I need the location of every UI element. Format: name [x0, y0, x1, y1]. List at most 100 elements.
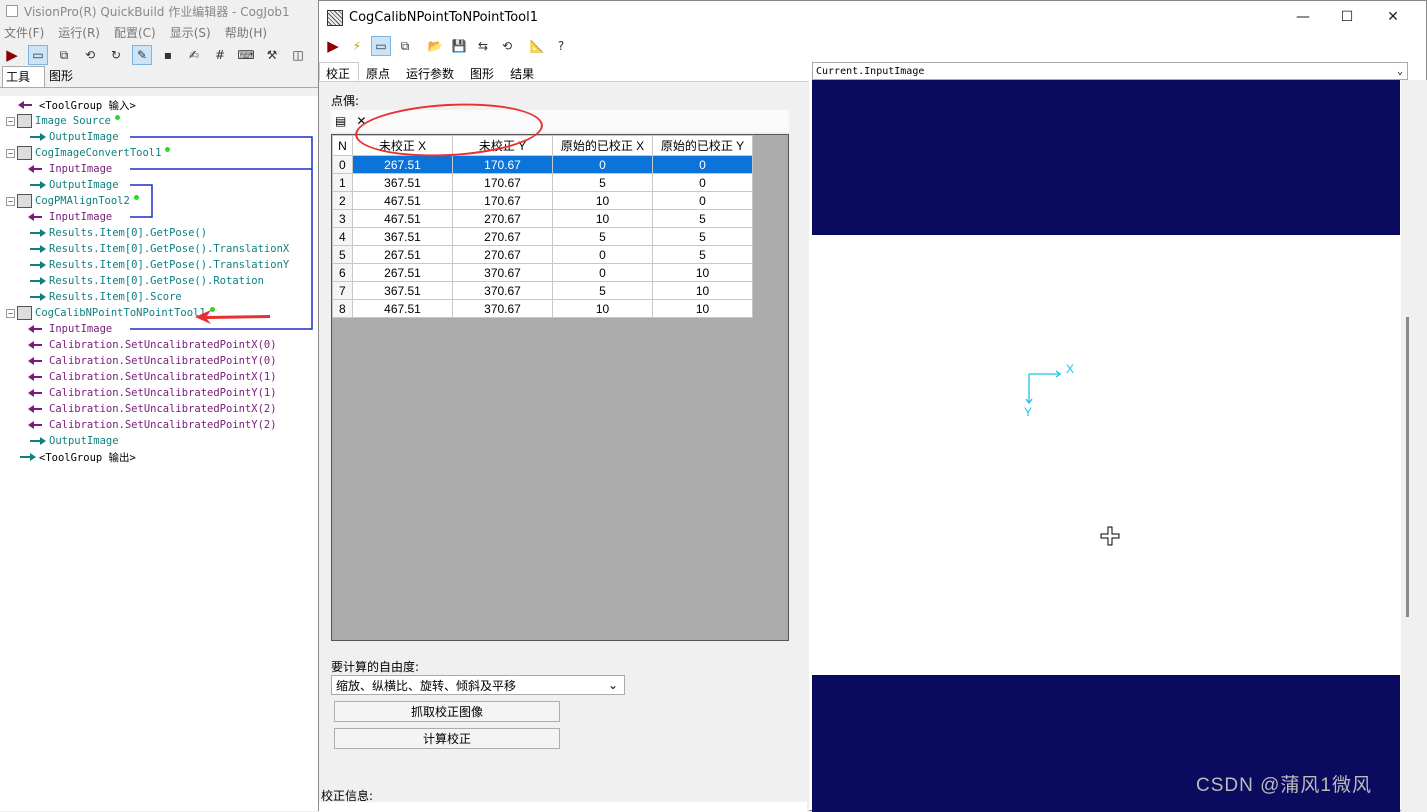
- table-cell[interactable]: 10: [652, 263, 753, 282]
- image-selector-dropdown[interactable]: Current.InputImage ⌄: [812, 62, 1408, 80]
- table-cell[interactable]: 467.51: [352, 299, 453, 318]
- table-cell[interactable]: 5: [652, 245, 753, 264]
- table-cell[interactable]: 10: [652, 299, 753, 318]
- tab-origin[interactable]: 原点: [359, 62, 399, 81]
- table-cell[interactable]: 370.67: [452, 299, 553, 318]
- table-row[interactable]: 7 367.51 370.67 5 10: [332, 281, 753, 300]
- tab-graphics[interactable]: 图形: [45, 65, 88, 87]
- table-cell[interactable]: 370.67: [452, 281, 553, 300]
- save-icon[interactable]: 💾: [449, 36, 469, 56]
- dof-dropdown[interactable]: 缩放、纵横比、旋转、倾斜及平移 ⌄: [331, 675, 625, 695]
- windows-icon[interactable]: ⧉: [395, 36, 415, 56]
- notes-icon[interactable]: ✍: [184, 45, 204, 65]
- table-cell[interactable]: 270.67: [452, 209, 553, 228]
- table-cell[interactable]: 5: [652, 227, 753, 246]
- table-cell[interactable]: 267.51: [352, 155, 453, 174]
- lightning-icon[interactable]: ⚡: [347, 36, 367, 56]
- table-cell[interactable]: 0: [652, 173, 753, 192]
- add-row-icon[interactable]: ▤: [335, 114, 346, 128]
- menu-help[interactable]: 帮助(H): [225, 24, 267, 41]
- table-row[interactable]: 3 467.51 270.67 10 5: [332, 209, 753, 228]
- table-cell[interactable]: 367.51: [352, 281, 453, 300]
- row-index-cell[interactable]: 0: [332, 155, 353, 174]
- image-display[interactable]: X Y: [812, 80, 1400, 812]
- table-cell[interactable]: 267.51: [352, 263, 453, 282]
- reset-icon[interactable]: ⟲: [497, 36, 517, 56]
- close-icon[interactable]: ✕: [1370, 1, 1416, 33]
- camera-icon[interactable]: ▪: [158, 45, 178, 65]
- table-row[interactable]: 2 467.51 170.67 10 0: [332, 191, 753, 210]
- table-cell[interactable]: 170.67: [452, 155, 553, 174]
- column-header[interactable]: 原始的已校正 X: [552, 135, 653, 156]
- table-cell[interactable]: 370.67: [452, 263, 553, 282]
- tools-icon[interactable]: ⚒: [262, 45, 282, 65]
- table-cell[interactable]: 0: [552, 155, 653, 174]
- run-icon[interactable]: ▶: [2, 45, 22, 65]
- column-header[interactable]: N: [332, 135, 353, 156]
- display-icon[interactable]: ▭: [371, 36, 391, 56]
- windows-icon[interactable]: ⧉: [54, 45, 74, 65]
- table-cell[interactable]: 0: [652, 155, 753, 174]
- run-icon[interactable]: ▶: [323, 36, 343, 56]
- row-index-cell[interactable]: 5: [332, 245, 353, 264]
- link-icon[interactable]: ⇆: [473, 36, 493, 56]
- terminal-icon[interactable]: ⌨: [236, 45, 256, 65]
- ruler-icon[interactable]: 📐: [527, 36, 547, 56]
- table-cell[interactable]: 267.51: [352, 245, 453, 264]
- brush-icon[interactable]: ✎: [132, 45, 152, 65]
- table-cell[interactable]: 367.51: [352, 227, 453, 246]
- maximize-icon[interactable]: ☐: [1324, 1, 1370, 33]
- table-cell[interactable]: 5: [552, 227, 653, 246]
- open-icon[interactable]: 📂: [425, 36, 445, 56]
- row-index-cell[interactable]: 3: [332, 209, 353, 228]
- table-cell[interactable]: 270.67: [452, 227, 553, 246]
- menu-run[interactable]: 运行(R): [58, 24, 100, 41]
- table-cell[interactable]: 5: [552, 281, 653, 300]
- help-icon[interactable]: ?: [551, 36, 571, 56]
- table-cell[interactable]: 0: [552, 245, 653, 264]
- row-index-cell[interactable]: 4: [332, 227, 353, 246]
- table-cell[interactable]: 170.67: [452, 173, 553, 192]
- column-header[interactable]: 原始的已校正 Y: [652, 135, 753, 156]
- table-cell[interactable]: 0: [652, 191, 753, 210]
- table-row[interactable]: 4 367.51 270.67 5 5: [332, 227, 753, 246]
- tab-results[interactable]: 结果: [503, 62, 543, 81]
- row-index-cell[interactable]: 8: [332, 299, 353, 318]
- menu-file[interactable]: 文件(F): [4, 24, 44, 41]
- table-cell[interactable]: 10: [552, 191, 653, 210]
- menu-view[interactable]: 显示(S): [170, 24, 211, 41]
- reset-icon[interactable]: ⟲: [80, 45, 100, 65]
- row-index-cell[interactable]: 6: [332, 263, 353, 282]
- debug-icon[interactable]: ◫: [288, 45, 308, 65]
- table-cell[interactable]: 10: [552, 209, 653, 228]
- scrollbar-thumb[interactable]: [1406, 317, 1409, 617]
- table-row[interactable]: 5 267.51 270.67 0 5: [332, 245, 753, 264]
- table-cell[interactable]: 5: [552, 173, 653, 192]
- compute-calibration-button[interactable]: 计算校正: [334, 728, 560, 749]
- menu-config[interactable]: 配置(C): [114, 24, 156, 41]
- table-cell[interactable]: 170.67: [452, 191, 553, 210]
- table-cell[interactable]: 5: [652, 209, 753, 228]
- continuous-run-icon[interactable]: ↻: [106, 45, 126, 65]
- tab-run-params[interactable]: 运行参数: [399, 62, 463, 81]
- tab-graphics[interactable]: 图形: [463, 62, 503, 81]
- tab-calibrate[interactable]: 校正: [319, 62, 360, 81]
- display-icon[interactable]: ▭: [28, 45, 48, 65]
- image-scrollbar[interactable]: [1401, 80, 1427, 812]
- grab-calibration-image-button[interactable]: 抓取校正图像: [334, 701, 560, 722]
- table-cell[interactable]: 10: [652, 281, 753, 300]
- minimize-icon[interactable]: —: [1280, 1, 1326, 33]
- table-cell[interactable]: 467.51: [352, 209, 453, 228]
- row-index-cell[interactable]: 2: [332, 191, 353, 210]
- table-row[interactable]: 8 467.51 370.67 10 10: [332, 299, 753, 318]
- table-row[interactable]: 1 367.51 170.67 5 0: [332, 173, 753, 192]
- table-row[interactable]: 6 267.51 370.67 0 10: [332, 263, 753, 282]
- table-row[interactable]: 0 267.51 170.67 0 0: [332, 155, 753, 174]
- table-cell[interactable]: 270.67: [452, 245, 553, 264]
- table-cell[interactable]: 10: [552, 299, 653, 318]
- table-cell[interactable]: 467.51: [352, 191, 453, 210]
- numeric-icon[interactable]: #: [210, 45, 230, 65]
- table-cell[interactable]: 0: [552, 263, 653, 282]
- tab-tools[interactable]: 工具: [2, 66, 46, 87]
- row-index-cell[interactable]: 1: [332, 173, 353, 192]
